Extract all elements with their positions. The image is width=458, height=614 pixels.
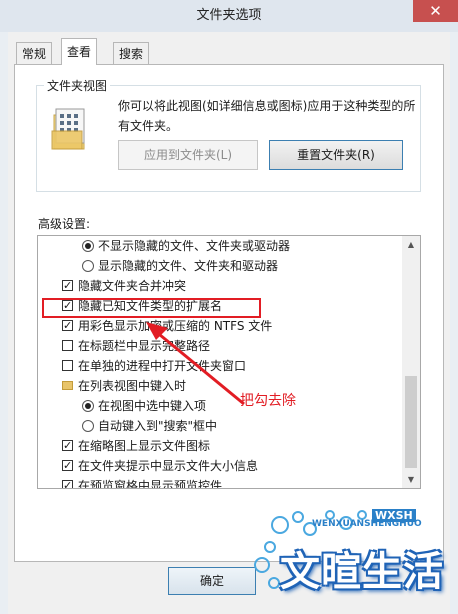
- folder-view-legend: 文件夹视图: [44, 77, 111, 94]
- list-item[interactable]: 不显示隐藏的文件、文件夹或驱动器: [38, 236, 420, 256]
- radio-off[interactable]: [82, 420, 94, 432]
- list-item-label: 不显示隐藏的文件、文件夹或驱动器: [98, 239, 291, 253]
- list-item[interactable]: ✓ 隐藏文件夹合并冲突: [38, 276, 420, 296]
- list-scrollbar[interactable]: ▲ ▼: [402, 236, 420, 488]
- checkbox-checked[interactable]: ✓: [62, 480, 73, 488]
- watermark-text: 文暄生活: [280, 549, 444, 595]
- checkbox-checked[interactable]: ✓: [62, 440, 73, 451]
- title-bar: 文件夹选项 ✕: [0, 0, 458, 32]
- radio-on[interactable]: [82, 240, 94, 252]
- list-item[interactable]: ✓ 在文件夹提示中显示文件大小信息: [38, 456, 420, 476]
- window-title: 文件夹选项: [196, 8, 262, 23]
- list-item-label: 显示隐藏的文件、文件夹和驱动器: [98, 259, 279, 273]
- reset-folders-button[interactable]: 重置文件夹(R): [269, 140, 403, 170]
- radio-on[interactable]: [82, 400, 94, 412]
- annotation-highlight-box: [42, 298, 261, 318]
- list-item-label: 自动键入到"搜索"框中: [98, 419, 218, 433]
- ok-button[interactable]: 确定: [168, 567, 256, 595]
- watermark-badge: WXSH: [372, 509, 416, 522]
- list-item[interactable]: ✓ 在预览窗格中显示预览控件: [38, 476, 420, 489]
- folder-view-icon: [51, 108, 85, 150]
- list-item-label: 在预览窗格中显示预览控件: [78, 479, 223, 489]
- list-item[interactable]: ✓ 在缩略图上显示文件图标: [38, 436, 420, 456]
- annotation-arrow-icon: [146, 322, 245, 406]
- list-item-label: 在文件夹提示中显示文件大小信息: [78, 459, 259, 473]
- scroll-down-icon[interactable]: ▼: [402, 471, 420, 488]
- tab-general[interactable]: 常规: [16, 42, 53, 64]
- radio-off[interactable]: [82, 260, 94, 272]
- tab-view[interactable]: 查看: [61, 38, 98, 65]
- checkbox-unchecked[interactable]: [62, 360, 73, 371]
- apply-to-folders-button[interactable]: 应用到文件夹(L): [118, 140, 258, 170]
- list-item[interactable]: 显示隐藏的文件、文件夹和驱动器: [38, 256, 420, 276]
- folder-icon: [62, 381, 73, 390]
- scroll-up-icon[interactable]: ▲: [402, 236, 420, 253]
- list-item[interactable]: 自动键入到"搜索"框中: [38, 416, 420, 436]
- advanced-settings-label: 高级设置:: [38, 217, 91, 231]
- checkbox-checked[interactable]: ✓: [62, 280, 73, 291]
- watermark-logo: WENXUANSHENGHUO WXSH 文暄生活: [250, 505, 458, 614]
- list-item-label: 隐藏文件夹合并冲突: [78, 279, 187, 293]
- list-item-label: 在缩略图上显示文件图标: [78, 439, 211, 453]
- annotation-text: 把勾去除: [240, 393, 296, 409]
- checkbox-checked[interactable]: ✓: [62, 460, 73, 471]
- checkbox-unchecked[interactable]: [62, 340, 73, 351]
- folder-view-description: 你可以将此视图(如详细信息或图标)应用于这种类型的所有文件夹。: [118, 99, 416, 133]
- checkbox-checked[interactable]: ✓: [62, 320, 73, 331]
- scroll-thumb[interactable]: [405, 376, 417, 468]
- close-button[interactable]: ✕: [413, 0, 458, 22]
- tab-search[interactable]: 搜索: [113, 42, 150, 64]
